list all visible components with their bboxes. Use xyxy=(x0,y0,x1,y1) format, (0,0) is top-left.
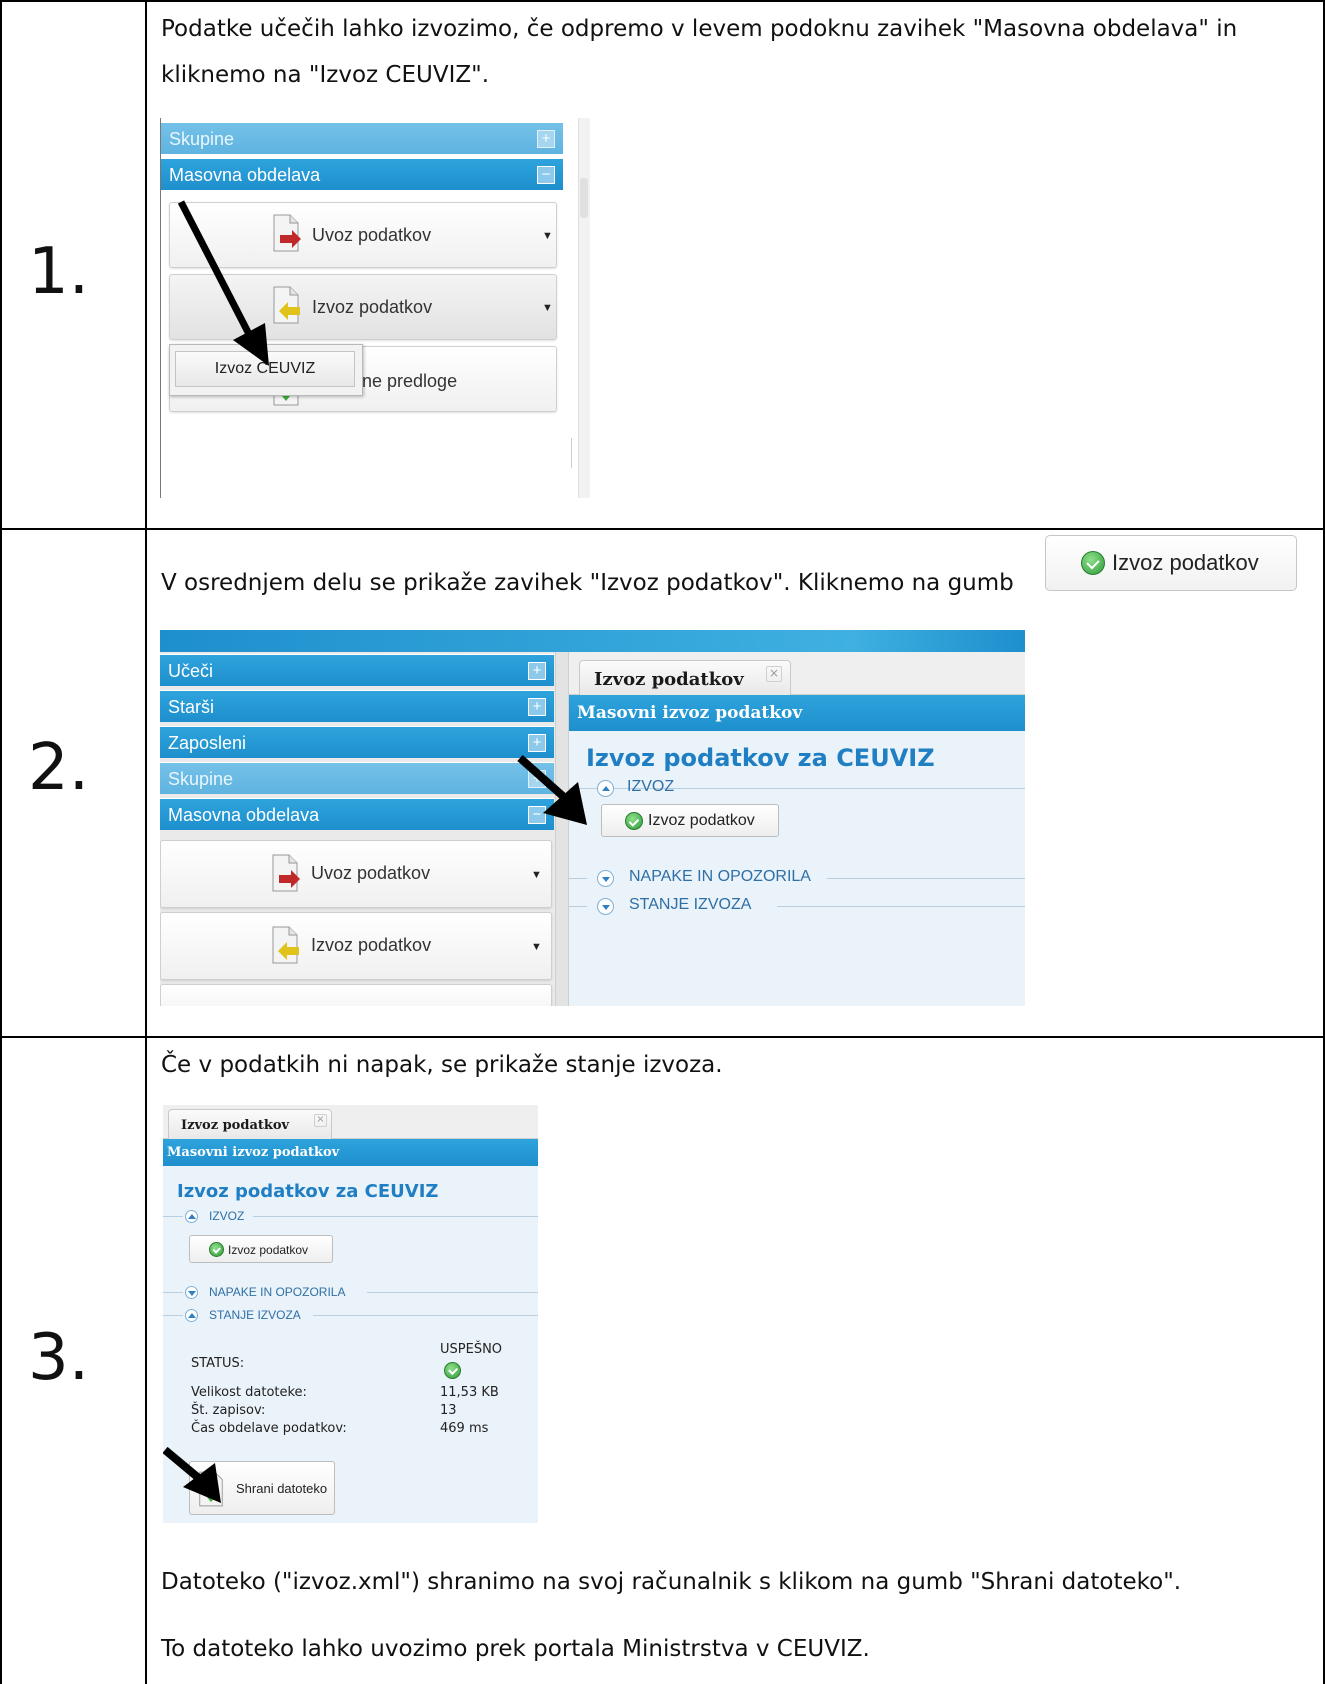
step2-screenshot: Učeči + Starši + Zaposleni + Skupine + M… xyxy=(160,630,1025,1006)
step2-text: V osrednjem delu se prikaže zavihek "Izv… xyxy=(161,570,1014,596)
table-row-divider-1 xyxy=(0,528,1325,530)
checkmark-icon xyxy=(1081,551,1105,575)
step1-text-line1: Podatke učečih lahko izvozimo, če odprem… xyxy=(161,16,1238,42)
pointer-arrow-icon xyxy=(517,755,587,825)
step3-text-bottom1: Datoteko ("izvoz.xml") shranimo na svoj … xyxy=(161,1569,1182,1595)
step1-screenshot: Skupine + Masovna obdelava − Uvoz podatk… xyxy=(160,118,590,498)
instruction-document: 1. 2. 3. Podatke učečih lahko izvozimo, … xyxy=(0,0,1325,1684)
table-column-divider xyxy=(145,0,147,1684)
table-row-divider-2 xyxy=(0,1036,1325,1038)
table-border-top xyxy=(0,0,1325,2)
step1-text-line2: kliknemo na "Izvoz CEUVIZ". xyxy=(161,62,490,88)
button-label: Izvoz podatkov xyxy=(1112,550,1259,575)
table-border-left xyxy=(0,0,2,1684)
step-number-3: 3. xyxy=(28,1321,90,1395)
pointer-arrow-icon xyxy=(177,200,269,366)
pointer-arrow-icon xyxy=(163,1446,221,1503)
step-number-1: 1. xyxy=(28,235,90,309)
step3-text-bottom2: To datoteko lahko uvozimo prek portala M… xyxy=(161,1636,870,1662)
inline-export-button-sample: Izvoz podatkov xyxy=(1045,535,1297,591)
step3-text-top: Če v podatkih ni napak, se prikaže stanj… xyxy=(161,1052,723,1078)
step-number-2: 2. xyxy=(28,731,90,805)
step3-screenshot: Izvoz podatkov × Masovni izvoz podatkov … xyxy=(163,1105,538,1523)
